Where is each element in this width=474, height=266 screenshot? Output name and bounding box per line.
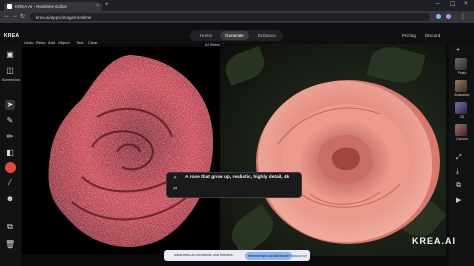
screen-capture-icon[interactable]: ◫ — [5, 66, 15, 76]
url-field[interactable]: krea.ai/apps/image/realtime — [30, 13, 430, 21]
shuffle-icon[interactable]: ⇄ — [173, 186, 177, 192]
back-icon[interactable]: ← — [4, 13, 10, 19]
browser-tab-strip: KREA AI - Realtime Editor × + – ☐ × — [0, 0, 474, 11]
undo-button[interactable]: Undo — [24, 40, 34, 45]
style-label-3d: 3D — [459, 115, 465, 119]
forward-icon[interactable]: → — [12, 13, 18, 19]
style-label-illustration: Illustration — [454, 93, 470, 97]
color-swatch-red[interactable] — [5, 162, 16, 173]
download-icon[interactable]: ⤓ — [456, 168, 459, 176]
trash-icon[interactable]: 🗑 — [5, 240, 15, 250]
object-button[interactable]: Object — [58, 40, 70, 45]
krea-favicon-icon — [7, 4, 12, 9]
close-window-button[interactable]: × — [464, 1, 468, 7]
image-upload-icon[interactable]: ▣ — [5, 50, 15, 60]
eraser-tool-icon[interactable]: ◧ — [5, 148, 15, 158]
url-text: krea.ai/apps/image/realtime — [36, 14, 92, 20]
sticker-icon[interactable]: ☻ — [5, 194, 15, 204]
video-icon[interactable]: ▶ — [456, 196, 461, 204]
fullscreen-icon[interactable]: ⤢ — [456, 154, 462, 162]
tab-home[interactable]: Home — [200, 33, 212, 38]
noisy-rose-drawing — [48, 55, 214, 247]
tab-title: KREA AI - Realtime Editor — [15, 4, 68, 9]
profile-avatar-icon[interactable] — [446, 14, 451, 19]
style-3d-thumbnail[interactable] — [455, 102, 467, 114]
screenshot-label: Screenshot — [2, 78, 20, 82]
copy-icon[interactable]: ⧉ — [456, 182, 461, 190]
mode-switcher: Home Generate Enhance — [190, 30, 283, 41]
prompt-box[interactable]: ✦ A rose that grow up, realistic, highly… — [166, 172, 302, 198]
clear-button[interactable]: Clear — [88, 40, 98, 45]
share-message: www.krea.ai condivide una finestra. — [174, 253, 234, 257]
layers-icon[interactable]: ⧉ — [5, 222, 15, 232]
minimize-button[interactable]: – — [436, 1, 439, 7]
add-style-icon[interactable]: + — [456, 47, 460, 54]
extension-icon[interactable] — [436, 14, 441, 19]
add-button[interactable]: Add — [48, 40, 55, 45]
canvas-toolbar: Undo Redo Add Object Text Clear — [24, 40, 184, 47]
brush-tool-icon[interactable]: ✏ — [5, 132, 15, 142]
select-tool-icon[interactable]: ➤ — [5, 100, 15, 110]
address-bar-row: ← → ↻ krea.ai/apps/image/realtime ⋮ — [0, 11, 474, 23]
generated-image[interactable] — [220, 44, 446, 256]
realistic-rose — [256, 80, 440, 244]
eyedropper-icon[interactable]: ⁄ — [5, 178, 15, 188]
tab-close-icon[interactable]: × — [96, 3, 99, 9]
style-illustration-thumbnail[interactable] — [455, 80, 467, 92]
stop-sharing-button[interactable]: Interrompi condivisione — [245, 251, 293, 260]
style-photo-thumbnail[interactable] — [455, 58, 467, 70]
discord-link[interactable]: Discord — [425, 33, 440, 38]
style-cartoon-thumbnail[interactable] — [455, 124, 467, 136]
krea-watermark: KREA.AI — [412, 236, 457, 246]
pen-tool-icon[interactable]: ✎ — [5, 116, 15, 126]
krea-logo[interactable]: KREA — [4, 33, 19, 39]
new-tab-button[interactable]: + — [105, 2, 109, 8]
maximize-button[interactable]: ☐ — [450, 1, 455, 8]
sparkle-icon: ✦ — [173, 175, 178, 181]
reload-icon[interactable]: ↻ — [20, 13, 25, 20]
tab-generate[interactable]: Generate — [220, 31, 249, 40]
menu-kebab-icon[interactable]: ⋮ — [460, 13, 466, 20]
pricing-link[interactable]: Pricing — [402, 33, 416, 38]
redo-button[interactable]: Redo — [36, 40, 46, 45]
hide-share-bar-button[interactable]: Nascondi — [290, 253, 307, 258]
text-button[interactable]: Text — [76, 40, 83, 45]
browser-tab[interactable]: KREA AI - Realtime Editor × — [4, 2, 102, 11]
screen-share-bar: www.krea.ai condivide una finestra. Inte… — [164, 250, 310, 261]
style-label-photo: Photo — [457, 71, 467, 75]
style-label-cartoon: Cartoon — [456, 137, 468, 141]
prompt-input[interactable]: A rose that grow up, realistic, highly d… — [185, 175, 289, 180]
left-toolbar: ▣ ◫ Screenshot ➤ ✎ ✏ ◧ ⁄ ☻ ⧉ 🗑 — [0, 44, 21, 266]
drawing-canvas[interactable] — [22, 47, 220, 254]
tab-enhance[interactable]: Enhance — [258, 33, 276, 38]
